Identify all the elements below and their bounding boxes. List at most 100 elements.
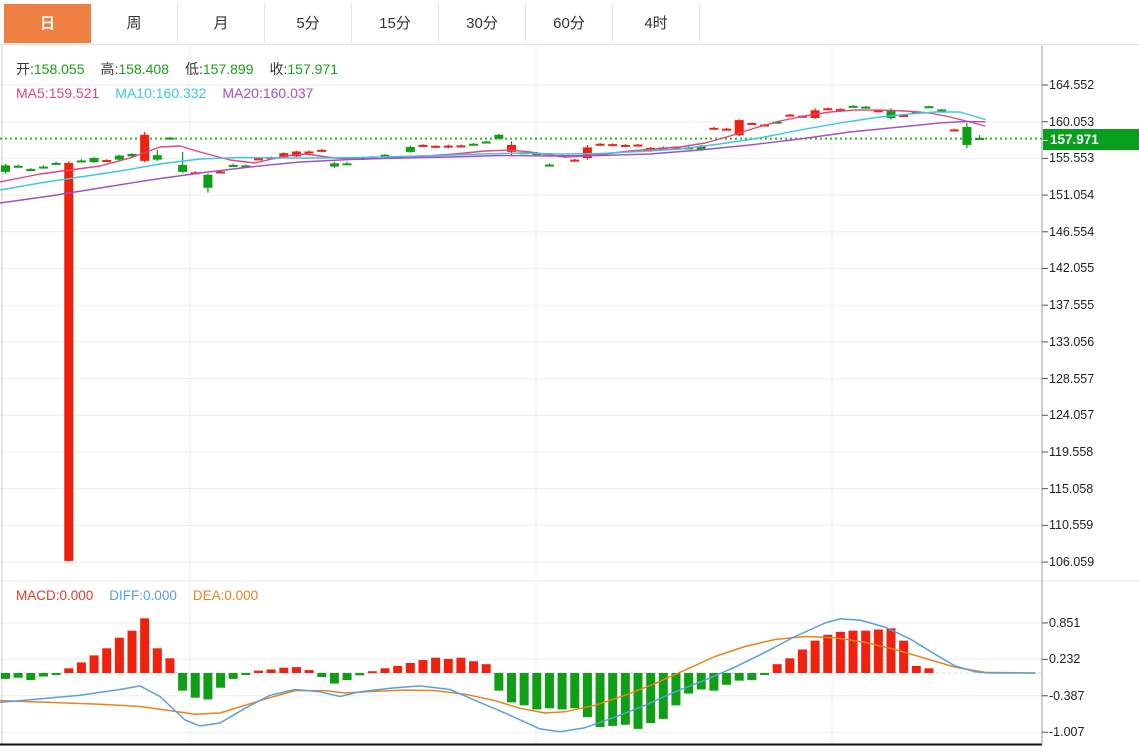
candle-body [229,165,238,167]
macd-histogram-bar [722,673,731,685]
candle-body [545,165,554,167]
candle-body [406,147,415,152]
candle-body [153,155,162,159]
candle-body [456,145,465,147]
macd-histogram-bar [849,631,858,673]
price-tick-label: 110.559 [1049,518,1093,533]
macd-histogram-bar [924,668,933,673]
candle-body [90,158,99,162]
readout-label: 开: [16,61,34,77]
macd-histogram-bar [532,673,541,709]
macd-histogram-bar [684,673,693,694]
readout-label: DEA: [193,588,225,603]
tab-week[interactable]: 周 [91,4,178,43]
macd-histogram-bar [646,673,655,723]
readout-label: 高: [101,61,119,77]
tab-15min[interactable]: 15分 [352,4,439,43]
price-tick-label: 119.558 [1049,445,1093,460]
macd-histogram-bar [292,667,301,673]
macd-tick-label: 0.851 [1049,616,1080,631]
macd-histogram-bar [305,670,314,673]
ma-row-item: MA10:160.332 [115,85,206,101]
price-tick-label: 151.054 [1049,188,1094,203]
price-tick-label: 106.059 [1049,555,1094,570]
macd-histogram-bar [102,648,111,673]
macd-tick-label: -1.007 [1049,725,1084,740]
candle-body [14,166,23,168]
chart-area: 开:158.055高:158.408低:157.899收:157.971 MA5… [0,45,1139,750]
candle-body [343,163,352,165]
macd-histogram-bar [26,673,35,680]
price-tick-label: 133.056 [1049,335,1094,350]
readout-label: MA10: [115,85,155,101]
macd-histogram-bar [671,673,680,705]
readout-label: DIFF: [109,588,143,603]
price-tick-label: 146.554 [1049,225,1094,240]
macd-histogram-bar [735,673,744,681]
candle-body [469,144,478,146]
macd-histogram-bar [545,673,554,708]
ma-row-item: MA5:159.521 [16,85,99,101]
candle-body [178,165,187,172]
macd-histogram-bar [596,673,605,727]
macd-histogram-bar [760,673,769,675]
candle-body [64,163,73,561]
timeframe-toolbar: 日周月5分15分30分60分4时 [0,0,1139,45]
macd-tick-label: -0.387 [1049,689,1084,704]
readout-value: 157.971 [287,61,338,77]
ma20-line [0,122,985,204]
macd-histogram-bar [418,660,427,673]
macd-histogram-bar [747,673,756,680]
macd-histogram-bar [811,641,820,673]
price-tick-label: 164.552 [1049,78,1094,93]
macd-histogram-bar [861,631,870,673]
ohlc-row-item: 收:157.971 [270,61,339,77]
candle-body [418,145,427,147]
candle-body [165,138,174,140]
tab-4hour[interactable]: 4时 [613,4,700,43]
ma-row-item: MA20:160.037 [222,85,313,101]
macd-histogram-bar [39,673,48,677]
macd-row-item: MACD:0.000 [16,588,93,603]
macd-histogram-bar [153,648,162,673]
price-tick-label: 124.057 [1049,408,1094,423]
macd-histogram-bar [191,673,200,698]
macd-readout: MACD:0.000DIFF:0.000DEA:0.000 [16,588,274,603]
candle-body [924,106,933,108]
macd-histogram-bar [887,628,896,673]
macd-histogram-bar [507,673,516,702]
macd-histogram-bar [393,666,402,673]
candle-body [747,123,756,125]
ohlc-readout: 开:158.055高:158.408低:157.899收:157.971 [16,59,354,79]
macd-histogram-bar [254,671,263,673]
macd-histogram-bar [343,673,352,680]
candle-body [570,160,579,162]
tab-month[interactable]: 月 [178,4,265,43]
macd-histogram-bar [1,673,10,679]
readout-value: 0.000 [60,588,94,603]
macd-histogram-bar [203,673,212,699]
macd-histogram-bar [431,658,440,673]
tab-5min[interactable]: 5分 [265,4,352,43]
ma-readout: MA5:159.521 MA10:160.332 MA20:160.037 [16,85,329,101]
tab-30min[interactable]: 30分 [439,4,526,43]
candle-body [115,156,124,160]
candle-body [330,163,339,166]
readout-value: 0.000 [143,588,177,603]
ohlc-row-item: 开:158.055 [16,61,85,77]
macd-histogram-bar [823,635,832,673]
candle-body [317,150,326,152]
macd-histogram-bar [178,673,187,691]
candle-body [861,107,870,109]
macd-histogram-bar [241,673,250,675]
candle-body [431,146,440,148]
candle-body [305,151,314,153]
candle-body [823,108,832,110]
candlestick-chart-canvas[interactable] [0,45,1139,750]
candle-body [26,169,35,171]
candle-body [203,175,212,188]
macd-histogram-bar [216,673,225,688]
last-price-value: 157.971 [1050,132,1099,147]
tab-60min[interactable]: 60分 [526,4,613,43]
tab-day[interactable]: 日 [4,4,91,43]
